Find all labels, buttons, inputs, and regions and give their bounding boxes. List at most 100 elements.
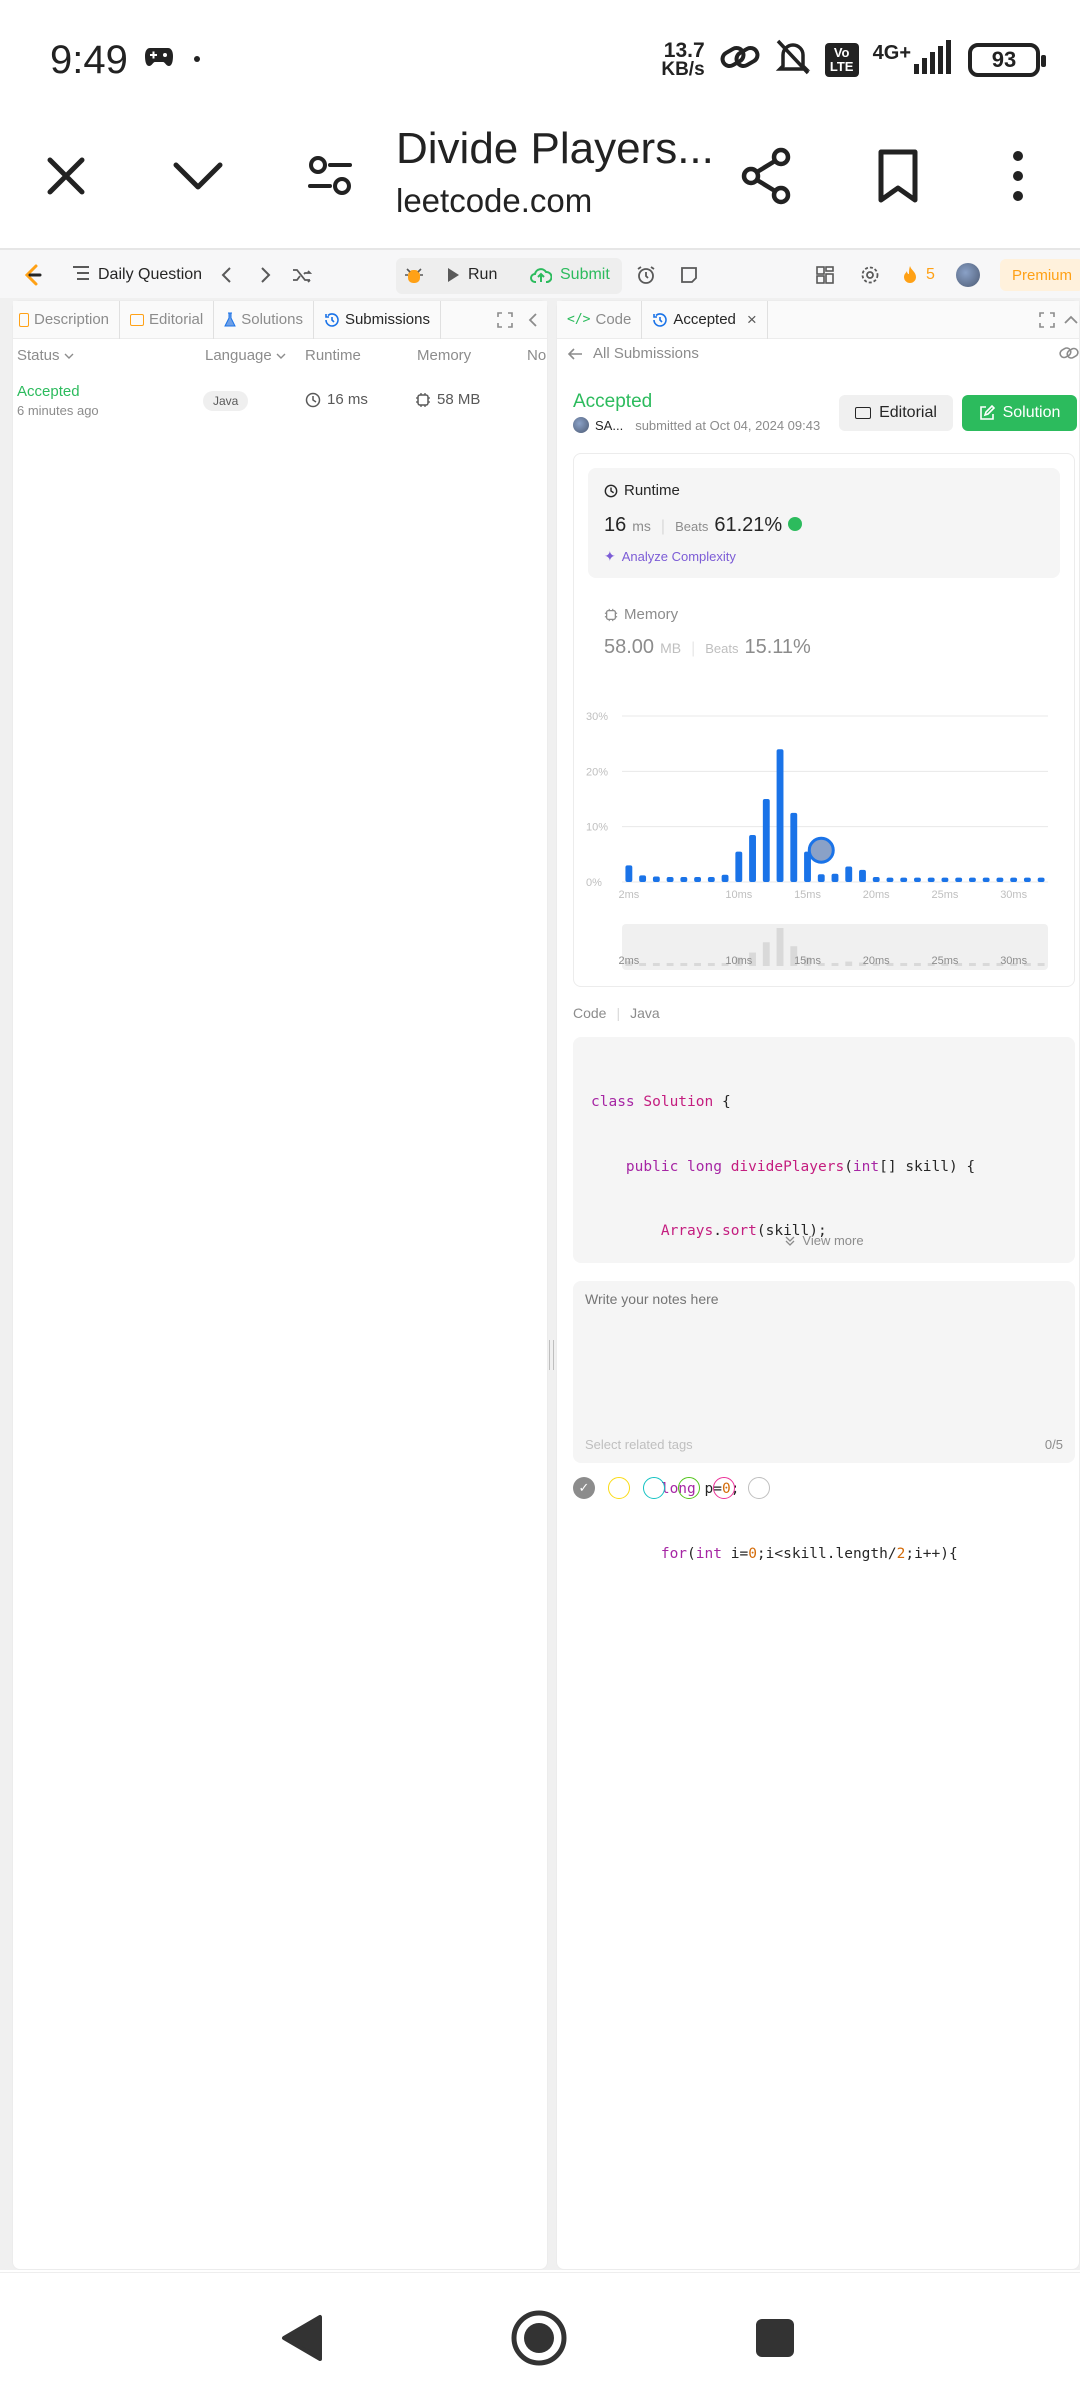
all-submissions-link[interactable]: All Submissions bbox=[567, 345, 699, 362]
runtime-distribution-chart[interactable]: 30% 20% 10% 0% 2ms 10ms 15ms 20ms 25ms 30ms 2ms 1… bbox=[582, 704, 1068, 984]
code-header: Code | Java bbox=[573, 1005, 660, 1021]
copy-link-icon[interactable] bbox=[1059, 345, 1079, 366]
chart-mini-bar bbox=[1037, 963, 1045, 966]
run-label: Run bbox=[468, 266, 498, 283]
history-icon bbox=[653, 312, 668, 327]
submit-button[interactable]: Submit bbox=[530, 250, 610, 300]
memory-value: 58 MB bbox=[437, 391, 481, 408]
language-label: Java bbox=[203, 391, 249, 411]
chart-bar bbox=[625, 865, 633, 882]
performance-card: Runtime 16 ms | Beats 61.21% ✦ Analyze C… bbox=[573, 453, 1075, 987]
prev-question-icon[interactable] bbox=[220, 250, 234, 300]
back-nav-icon[interactable] bbox=[280, 2313, 324, 2368]
user-avatar[interactable] bbox=[956, 250, 980, 300]
close-tab-icon[interactable]: × bbox=[747, 310, 757, 330]
premium-button[interactable]: Premium bbox=[1000, 259, 1080, 291]
recents-nav-icon[interactable] bbox=[754, 2317, 796, 2364]
memory-header[interactable]: Memory bbox=[604, 606, 678, 623]
daily-question-button[interactable]: Daily Question bbox=[72, 250, 202, 300]
submission-row[interactable]: Accepted 6 minutes ago Java 16 ms 58 MB bbox=[13, 379, 547, 431]
color-swatch-cyan[interactable] bbox=[643, 1477, 665, 1499]
panel-resize-handle[interactable] bbox=[549, 1340, 554, 1370]
code-line: class Solution { bbox=[591, 1094, 731, 1110]
tab-accepted[interactable]: Accepted × bbox=[642, 300, 768, 339]
run-button[interactable]: Run bbox=[446, 250, 497, 300]
submitter-name[interactable]: SA... bbox=[595, 418, 623, 433]
chart-bar bbox=[735, 851, 743, 882]
chart-mini-bar bbox=[666, 963, 674, 966]
tab-description[interactable]: Description bbox=[13, 300, 121, 339]
settings-gear-icon[interactable] bbox=[860, 250, 880, 300]
leetcode-logo-icon[interactable] bbox=[22, 250, 44, 300]
color-swatch-yellow[interactable] bbox=[608, 1477, 630, 1499]
color-swatch-lightgray[interactable] bbox=[748, 1477, 770, 1499]
site-settings-icon[interactable] bbox=[294, 140, 366, 212]
analyze-complexity-button[interactable]: ✦ Analyze Complexity bbox=[604, 548, 736, 565]
chart-bar bbox=[1010, 877, 1018, 882]
page-title: Divide Players... bbox=[396, 124, 714, 173]
chart-bar bbox=[749, 834, 756, 882]
chart-mini-bar bbox=[680, 963, 688, 966]
runtime-stat[interactable]: Runtime 16 ms | Beats 61.21% ✦ Analyze C… bbox=[588, 468, 1060, 578]
chart-bar bbox=[955, 877, 963, 882]
column-language[interactable]: Language bbox=[205, 347, 286, 364]
submission-detail-panel: </> Code Accepted × All Submissions Acce… bbox=[556, 300, 1080, 2270]
submitter-avatar[interactable] bbox=[573, 417, 589, 433]
chart-ytick-label: 0% bbox=[586, 877, 602, 889]
layout-icon[interactable] bbox=[816, 250, 834, 300]
tab-accepted-label: Accepted bbox=[673, 311, 736, 328]
column-status[interactable]: Status bbox=[17, 347, 74, 364]
next-question-icon[interactable] bbox=[258, 250, 272, 300]
notes-box[interactable]: Select related tags 0/5 bbox=[573, 1281, 1075, 1463]
chevron-up-icon[interactable] bbox=[1063, 313, 1079, 330]
runtime-beats-label: Beats bbox=[675, 519, 709, 534]
timer-icon[interactable] bbox=[636, 250, 656, 300]
notes-input[interactable] bbox=[585, 1291, 1061, 1411]
chart-bar bbox=[639, 875, 647, 882]
chart-bar bbox=[982, 877, 990, 882]
tags-selector[interactable]: Select related tags bbox=[585, 1437, 693, 1452]
notes-icon[interactable] bbox=[680, 250, 698, 300]
chart-bar bbox=[859, 869, 866, 882]
chart-bar bbox=[968, 877, 976, 882]
chart-mini-bar bbox=[762, 942, 770, 966]
view-more-button[interactable]: View more bbox=[573, 1233, 1075, 1248]
book-icon bbox=[130, 313, 145, 326]
chart-bar bbox=[652, 876, 660, 882]
chart-mini-xtick-label: 10ms bbox=[725, 955, 752, 967]
chart-bar bbox=[872, 877, 880, 882]
chart-bar bbox=[886, 877, 894, 882]
home-nav-icon[interactable] bbox=[510, 2309, 568, 2372]
chart-bar bbox=[927, 877, 935, 882]
submission-status[interactable]: Accepted bbox=[17, 383, 80, 400]
color-swatch-green[interactable] bbox=[678, 1477, 700, 1499]
chart-mini-xtick-label: 2ms bbox=[618, 955, 639, 967]
color-swatch-pink[interactable] bbox=[713, 1477, 735, 1499]
tab-code[interactable]: </> Code bbox=[557, 300, 643, 339]
tab-submissions[interactable]: Submissions bbox=[314, 300, 441, 339]
collapse-left-icon[interactable] bbox=[527, 312, 539, 332]
clock-icon bbox=[604, 484, 618, 497]
streak-counter[interactable]: 5 bbox=[902, 250, 935, 300]
maximize-icon[interactable] bbox=[497, 312, 513, 332]
share-icon[interactable] bbox=[730, 140, 802, 212]
solution-button[interactable]: Solution bbox=[962, 395, 1077, 431]
code-language-label: Java bbox=[630, 1005, 660, 1021]
chevron-down-icon[interactable] bbox=[162, 140, 234, 212]
debug-icon[interactable] bbox=[404, 250, 424, 300]
shuffle-icon[interactable] bbox=[292, 250, 312, 300]
color-swatch-gray-selected[interactable]: ✓ bbox=[573, 1477, 595, 1499]
network-type: 4G+ bbox=[872, 42, 911, 64]
chart-ytick-label: 10% bbox=[586, 822, 608, 834]
fire-icon bbox=[904, 266, 916, 283]
bookmark-icon[interactable] bbox=[862, 140, 934, 212]
maximize-icon[interactable] bbox=[1039, 312, 1055, 332]
chart-mini-bar bbox=[982, 963, 990, 966]
editorial-button[interactable]: Editorial bbox=[839, 395, 953, 431]
close-icon[interactable] bbox=[30, 140, 102, 212]
more-vert-icon[interactable] bbox=[982, 140, 1054, 212]
page-domain[interactable]: leetcode.com bbox=[396, 182, 592, 220]
chart-bar bbox=[776, 749, 784, 882]
tab-solutions[interactable]: Solutions bbox=[214, 300, 314, 339]
tab-editorial[interactable]: Editorial bbox=[120, 300, 215, 339]
